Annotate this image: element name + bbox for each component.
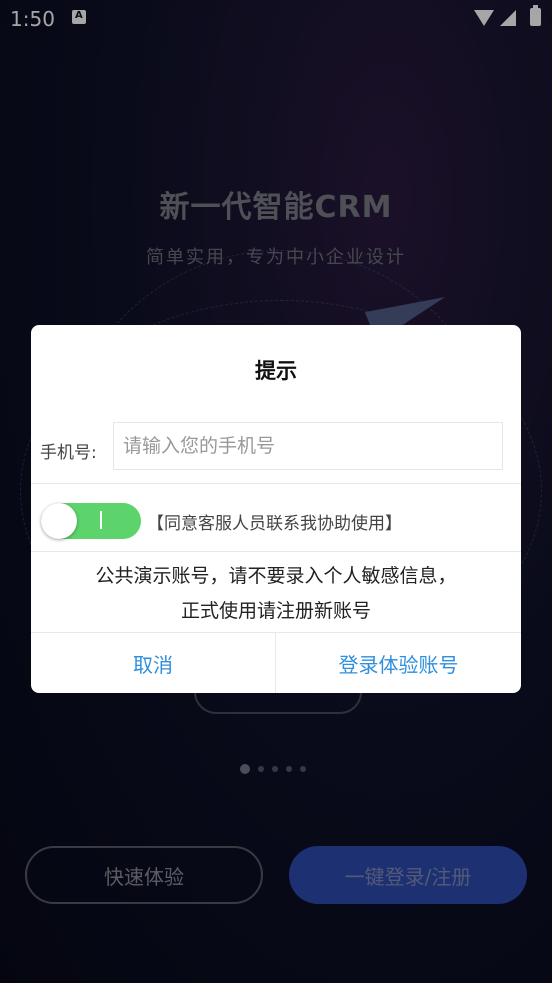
prompt-dialog: 提示 手机号: 【同意客服人员联系我协助使用】 公共演示账号，请不要录入个人敏感… xyxy=(31,325,521,693)
divider xyxy=(31,483,521,484)
cancel-button[interactable]: 取消 xyxy=(31,633,275,693)
notice-line-2: 正式使用请注册新账号 xyxy=(180,600,371,622)
divider xyxy=(31,551,521,552)
dialog-title: 提示 xyxy=(255,359,297,383)
notice-line-1: 公共演示账号，请不要录入个人敏感信息， xyxy=(95,565,457,587)
agree-toggle[interactable] xyxy=(41,503,141,539)
login-demo-account-button[interactable]: 登录体验账号 xyxy=(276,633,521,693)
phone-input[interactable] xyxy=(113,422,503,470)
agree-text: 【同意客服人员联系我协助使用】 xyxy=(147,514,402,534)
phone-label: 手机号: xyxy=(40,443,97,463)
toggle-on-mark xyxy=(100,511,102,529)
toggle-knob xyxy=(41,503,77,539)
